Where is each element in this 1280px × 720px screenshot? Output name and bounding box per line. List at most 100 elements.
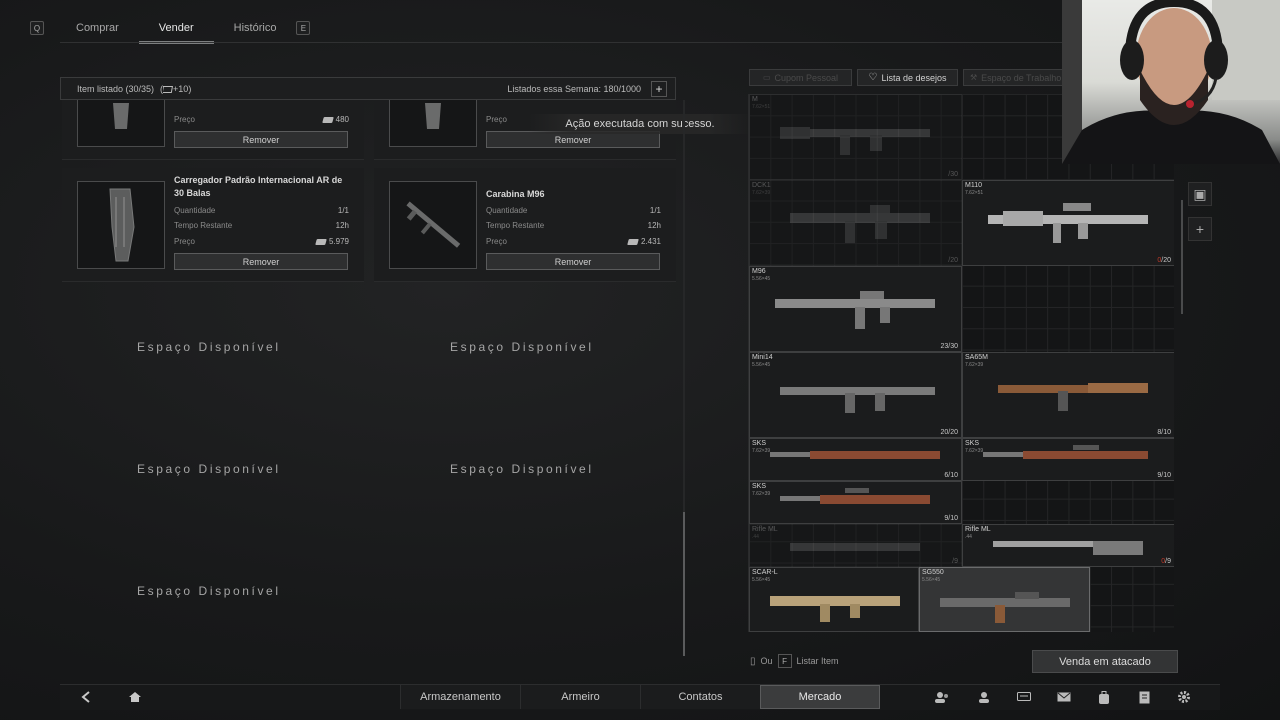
chat-icon[interactable] [1012,685,1036,709]
bulk-sell-button[interactable]: Venda em atacado [1032,650,1178,673]
tab-armeiro[interactable]: Armeiro [520,685,640,709]
rifle-icon [940,592,1070,623]
add-listing-slot-button[interactable]: + [651,80,667,97]
time-remaining-row: Tempo Restante 12h [486,221,661,230]
wrench-icon: ⚒ [970,73,978,82]
inventory-item-selected[interactable]: SG550 5.56×45 [919,567,1090,632]
tab-mercado[interactable]: Mercado [760,685,880,709]
inventory-item[interactable]: SA65M 7.62×39 8/10 [962,352,1174,438]
inventory-item[interactable]: M110 7.62×51 0/20 [962,180,1174,266]
key-hint-f: F [777,654,792,668]
remove-button[interactable]: Remover [174,131,348,148]
rifle-icon [998,383,1148,411]
rifle-icon [983,445,1148,459]
list-item-hint: ▯ Ou F Listar Item [750,654,839,668]
inventory-item[interactable]: SCAR-L 5.56×45 [749,567,919,632]
rifle-icon [988,203,1148,243]
remove-button[interactable]: Remover [486,253,660,270]
empty-slot: Espaço Disponível [137,462,281,476]
cash-icon [627,238,639,245]
back-icon[interactable] [72,685,100,709]
price-row: Preço 480 [174,115,349,124]
key-hint-q: Q [30,21,44,35]
key-hint-e: E [296,21,311,35]
add-icon[interactable]: + [1188,217,1212,241]
backpack-icon[interactable] [1092,685,1116,709]
rifle-icon [770,451,940,459]
listing-card: Carregador Padrão Internacional AR de 30… [62,168,364,282]
remove-button[interactable]: Remover [174,253,348,270]
inventory-item[interactable]: SKS 7.62×39 6/10 [749,438,962,481]
heart-icon: ♡ [868,72,878,83]
empty-slot: Espaço Disponível [450,340,594,354]
home-icon[interactable] [120,685,150,709]
listing-card: Carabina M96 Quantidade 1/1 Tempo Restant… [374,168,676,282]
inventory-item[interactable]: SKS 7.62×39 9/10 [962,438,1174,481]
carbine-icon [406,201,461,248]
item-title: Carregador Padrão Internacional AR de 30… [174,175,343,198]
storage-box-icon[interactable]: ▣ [1188,182,1212,206]
mouse-icon: ▯ [750,655,756,667]
tasks-icon[interactable] [1132,685,1156,709]
streamer-photo [1062,0,1280,164]
empty-slot: Espaço Disponível [137,340,281,354]
top-nav: Q Comprar Vender Histórico E [30,12,311,44]
rifle-icon [993,541,1143,555]
rifle-icon [790,543,920,551]
tab-workspace[interactable]: ⚒ Espaço de Trabalho [963,69,1063,86]
inventory-scrollbar[interactable] [1181,200,1183,314]
quantity-row: Quantidade 1/1 [486,206,661,215]
magazine-icon [425,103,441,129]
tab-historico[interactable]: Histórico [214,12,297,44]
inventory-item[interactable]: M96 5.56×45 23/30 [749,266,962,352]
item-thumbnail [389,100,477,147]
cash-icon [321,116,334,123]
weekly-listed-count: Listados essa Semana: 180/1000 [507,83,641,94]
price-row: Preço 5.979 [174,237,349,246]
tab-comprar[interactable]: Comprar [56,12,139,44]
quantity-row: Quantidade 1/1 [174,206,349,215]
rifle-icon [780,387,935,413]
magazine-icon [109,188,135,262]
item-title: Carabina M96 [486,189,545,199]
ticket-icon [161,85,174,93]
tab-vender[interactable]: Vender [138,12,214,44]
mail-icon[interactable] [1052,685,1076,709]
nav-divider [60,42,1065,43]
inventory-item[interactable]: DCK1 7.62×39/20 [749,180,962,266]
empty-slot: Espaço Disponível [450,462,594,476]
inventory-item[interactable]: Rifle ML .44/9 [749,524,962,567]
inventory-item[interactable]: Rifle ML .44 0/9 [962,524,1174,567]
tab-contatos[interactable]: Contatos [640,685,760,709]
empty-slot: Espaço Disponível [137,584,281,598]
price-row: Preço 2.431 [486,237,661,246]
inventory-item[interactable]: Mini14 5.56×45 20/20 [749,352,962,438]
listing-card: Preço 480 Remover [62,100,364,160]
listing-header: Item listado (30/35) (+10) Listados essa… [60,77,676,100]
magazine-icon [113,103,129,129]
inventory-item[interactable]: SKS 7.62×39 9/10 [749,481,962,524]
profile-icon[interactable] [972,685,996,709]
inventory-item[interactable]: M 7.62×51/30 [749,94,962,180]
coupon-icon: ▭ [762,73,771,82]
inventory-grid: M 7.62×51/30 DCK1 7.62×39/20 M110 7.62×51 0/… [748,94,1174,632]
item-thumbnail [389,181,477,269]
rifle-icon [775,291,935,329]
rifle-icon [780,127,930,155]
item-thumbnail [77,181,165,269]
scrollbar-thumb[interactable] [683,512,685,656]
listing-scrollbar[interactable] [683,100,685,656]
rifle-icon [780,488,930,504]
tab-personal-coupon[interactable]: ▭ Cupom Pessoal [749,69,852,86]
success-toast: Ação executada com sucesso. [528,114,752,134]
time-remaining-row: Tempo Restante 12h [174,221,349,230]
tab-armazenamento[interactable]: Armazenamento [400,685,520,709]
tab-wishlist[interactable]: ♡ Lista de desejos [857,69,958,86]
bonus-badge: (+10) [160,83,192,94]
item-thumbnail [77,100,165,147]
webcam-overlay [1062,0,1280,164]
settings-icon[interactable] [1172,685,1196,709]
squad-icon[interactable] [930,685,954,709]
items-listed-count: Item listado (30/35) [77,83,155,94]
rifle-icon [790,205,930,243]
